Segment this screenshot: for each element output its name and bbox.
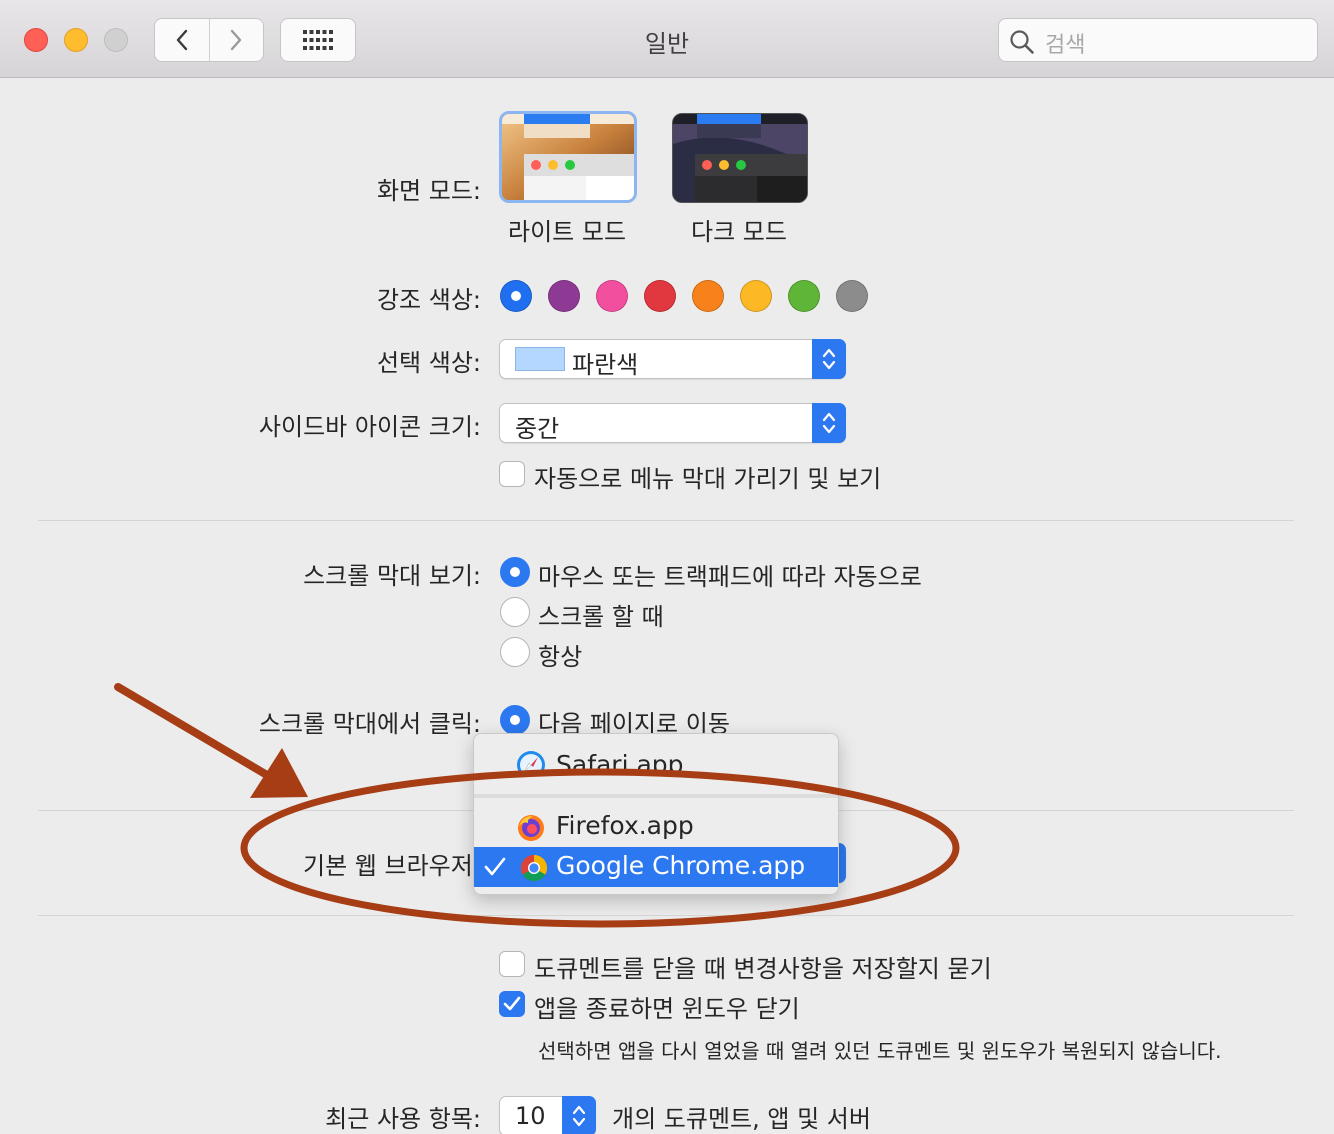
accent-color-label: 강조 색상:	[376, 286, 481, 314]
scroll-when-scrolling-radio[interactable]	[500, 597, 530, 627]
annotation-arrow-line	[114, 683, 276, 782]
accent-color-swatch[interactable]	[548, 280, 580, 312]
scroll-always-label: 항상	[538, 643, 583, 671]
menu-item-safari[interactable]: Safari.app	[474, 746, 838, 776]
auto-hide-menu-label: 자동으로 메뉴 막대 가리기 및 보기	[534, 465, 882, 493]
sidebar-icon-size-popup[interactable]: 중간	[499, 403, 846, 443]
accent-color-swatch[interactable]	[596, 280, 628, 312]
highlight-color-popup[interactable]: 파란색	[499, 339, 846, 379]
scroll-auto-label: 마우스 또는 트랙패드에 따라 자동으로	[538, 563, 922, 591]
ask-keep-changes-checkbox[interactable]	[499, 951, 525, 977]
menu-separator	[474, 794, 838, 798]
click-scroll-bar-label: 스크롤 막대에서 클릭:	[258, 710, 481, 738]
scroll-when-scrolling-label: 스크롤 할 때	[538, 603, 664, 631]
selected-dot	[511, 291, 521, 301]
sidebar-icon-size-label: 사이드바 아이콘 크기:	[258, 413, 481, 441]
light-mode-label: 라이트 모드	[508, 218, 627, 246]
recent-items-label: 최근 사용 항목:	[325, 1105, 481, 1133]
popup-arrows-icon	[812, 339, 846, 379]
search-icon	[1010, 30, 1034, 54]
chrome-icon	[520, 854, 548, 882]
accent-color-swatch[interactable]	[788, 280, 820, 312]
popup-arrows-icon	[812, 403, 846, 443]
accent-color-swatch[interactable]	[692, 280, 724, 312]
highlight-color-label: 선택 색상:	[376, 349, 481, 377]
close-windows-note: 선택하면 앱을 다시 열었을 때 열려 있던 도큐멘트 및 윈도우가 복원되지 …	[538, 1039, 1222, 1063]
menu-item-label: Google Chrome.app	[556, 851, 806, 880]
sidebar-icon-size-value: 중간	[515, 415, 560, 443]
accent-color-swatch[interactable]	[740, 280, 772, 312]
recent-items-value: 10	[515, 1102, 546, 1130]
dark-mode-preview	[673, 114, 807, 202]
dark-mode-label: 다크 모드	[691, 218, 787, 246]
scroll-always-radio[interactable]	[500, 637, 530, 667]
search-placeholder: 검색	[1045, 33, 1086, 58]
light-mode-preview	[502, 114, 634, 200]
highlight-color-value: 파란색	[572, 351, 639, 379]
accent-color-swatch[interactable]	[644, 280, 676, 312]
menu-item-chrome[interactable]: Google Chrome.app	[474, 847, 838, 887]
default-browser-menu: Safari.app Firefox.app Google Chrome.app	[473, 733, 839, 895]
search-field[interactable]: 검색	[998, 18, 1318, 62]
scroll-auto-radio[interactable]	[500, 557, 530, 587]
checkmark-icon	[503, 996, 521, 1011]
auto-hide-menu-checkbox[interactable]	[499, 461, 525, 487]
appearance-label: 화면 모드:	[376, 177, 481, 205]
checkmark-icon	[484, 857, 506, 876]
annotation-arrow-head	[250, 748, 308, 798]
stepper-arrows-icon[interactable]	[562, 1096, 596, 1134]
dark-mode-option[interactable]	[672, 113, 808, 203]
recent-items-stepper[interactable]: 10	[499, 1096, 596, 1134]
ask-keep-changes-label: 도큐멘트를 닫을 때 변경사항을 저장할지 묻기	[534, 955, 992, 983]
accent-color-swatch[interactable]	[836, 280, 868, 312]
next-page-radio[interactable]	[500, 705, 530, 735]
close-windows-label: 앱을 종료하면 윈도우 닫기	[534, 995, 800, 1023]
light-mode-option[interactable]	[499, 111, 637, 203]
close-windows-checkbox[interactable]	[499, 991, 525, 1017]
separator	[38, 915, 1294, 916]
title-bar: 일반 검색	[0, 0, 1334, 78]
separator	[38, 520, 1294, 521]
safari-icon	[517, 751, 545, 776]
menu-item-label: Safari.app	[556, 750, 684, 776]
accent-color-swatch[interactable]	[500, 280, 532, 312]
default-browser-label: 기본 웹 브라우저	[303, 852, 473, 880]
recent-items-suffix: 개의 도큐멘트, 앱 및 서버	[612, 1105, 871, 1133]
show-scroll-bars-label: 스크롤 막대 보기:	[303, 562, 481, 590]
menu-item-firefox[interactable]: Firefox.app	[474, 807, 838, 847]
highlight-color-swatch	[515, 347, 565, 371]
firefox-icon	[518, 815, 544, 841]
menu-item-label: Firefox.app	[556, 811, 694, 840]
